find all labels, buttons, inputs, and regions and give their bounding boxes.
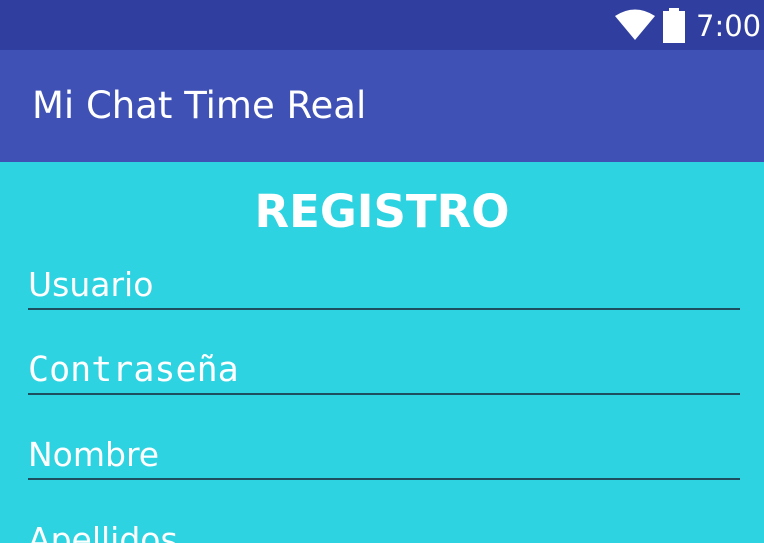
name-field[interactable]: Nombre [28,434,740,480]
name-input[interactable] [28,434,740,476]
battery-icon [663,8,685,43]
status-bar: 7:00 [0,0,764,50]
password-field[interactable]: Contraseña [28,349,740,395]
username-field[interactable]: Usuario [28,264,740,310]
wifi-icon [615,9,655,40]
form-title: REGISTRO [254,185,510,238]
password-input[interactable] [28,349,740,391]
surname-input[interactable] [28,519,740,543]
register-form: REGISTRO Usuario Contraseña Nombre Apell… [0,162,764,543]
app-title: Mi Chat Time Real [32,84,367,127]
status-time: 7:00 [696,9,762,43]
app-bar: Mi Chat Time Real [0,50,764,162]
username-input[interactable] [28,264,740,306]
